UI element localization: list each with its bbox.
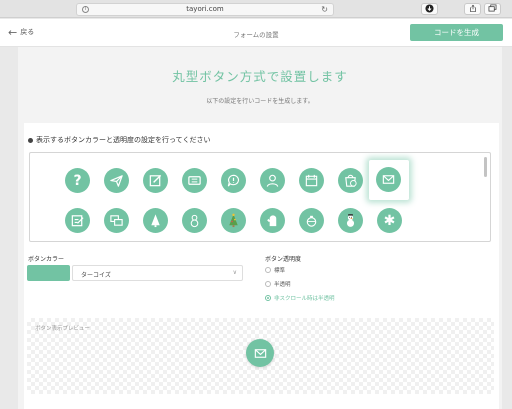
- section-heading-text: 表示するボタンカラーと透明度の設定を行ってください: [36, 136, 211, 144]
- bullet-icon: [28, 137, 33, 143]
- url-text: tayori.com: [186, 5, 224, 13]
- opacity-label: ボタン透明度: [265, 256, 302, 263]
- pencil-note-icon[interactable]: [143, 168, 168, 193]
- opacity-option-translucent[interactable]: 半透明: [265, 280, 291, 288]
- radio-icon: [265, 267, 271, 273]
- settings-card: 表示するボタンカラーと透明度の設定を行ってください ? ✱ ボタンカラー ターコ…: [24, 123, 499, 409]
- snowman-icon[interactable]: [338, 208, 363, 233]
- opacity-option-label: 標準: [274, 268, 286, 274]
- envelope-icon[interactable]: [246, 339, 274, 367]
- ornament-icon[interactable]: [299, 208, 324, 233]
- radio-icon: [265, 281, 271, 287]
- question-bag-icon[interactable]: [338, 168, 363, 193]
- chevron-down-icon: ∨: [232, 269, 237, 276]
- opacity-option-scroll-translucent[interactable]: 非スクロール時は半透明: [265, 294, 335, 302]
- opacity-option-standard[interactable]: 標準: [265, 266, 285, 274]
- color-select[interactable]: ターコイズ ∨: [72, 265, 243, 281]
- main-content: 丸型ボタン方式で設置します 以下の設定を行いコードを生成します。 表示するボタン…: [18, 47, 502, 409]
- opacity-option-label: 半透明: [274, 282, 291, 288]
- address-bar[interactable]: i tayori.com ↻: [76, 3, 334, 16]
- color-label: ボタンカラー: [28, 256, 65, 263]
- radio-selected-icon: [265, 295, 271, 301]
- main-heading: 丸型ボタン方式で設置します: [172, 69, 348, 84]
- button-preview: ボタン表示プレビュー: [27, 318, 494, 394]
- ticket-icon[interactable]: [182, 168, 207, 193]
- chat-windows-icon[interactable]: [104, 208, 129, 233]
- generate-code-button[interactable]: コードを生成: [410, 24, 503, 41]
- mitten-icon[interactable]: [260, 208, 285, 233]
- question-icon[interactable]: ?: [65, 168, 90, 193]
- color-swatch[interactable]: [27, 265, 70, 281]
- christmas-tree-icon[interactable]: [221, 208, 246, 233]
- tabs-icon[interactable]: [484, 3, 501, 15]
- speech-bubble-icon[interactable]: [221, 168, 246, 193]
- section-heading: 表示するボタンカラーと透明度の設定を行ってください: [28, 135, 210, 145]
- scrollbar-thumb[interactable]: [484, 157, 487, 177]
- snowman-outline-icon[interactable]: [182, 208, 207, 233]
- tree-icon[interactable]: [143, 208, 168, 233]
- app-header: ← 戻る フォームの設置 コードを生成: [0, 19, 512, 47]
- opacity-option-label: 非スクロール時は半透明: [274, 296, 335, 302]
- download-icon[interactable]: [421, 3, 438, 15]
- paper-plane-icon[interactable]: [104, 168, 129, 193]
- share-icon[interactable]: [464, 3, 481, 15]
- envelope-icon[interactable]: [376, 167, 401, 192]
- preview-label: ボタン表示プレビュー: [35, 326, 91, 332]
- snowflake-icon[interactable]: ✱: [377, 208, 402, 233]
- person-icon[interactable]: [260, 168, 285, 193]
- calendar-icon[interactable]: [299, 168, 324, 193]
- main-subheading: 以下の設定を行いコードを生成します。: [206, 98, 314, 105]
- icon-picker[interactable]: ? ✱: [29, 152, 491, 242]
- color-select-value: ターコイズ: [81, 272, 111, 279]
- browser-toolbar: i tayori.com ↻: [0, 0, 512, 18]
- reload-icon[interactable]: ↻: [321, 5, 328, 14]
- edit-note-icon[interactable]: [65, 208, 90, 233]
